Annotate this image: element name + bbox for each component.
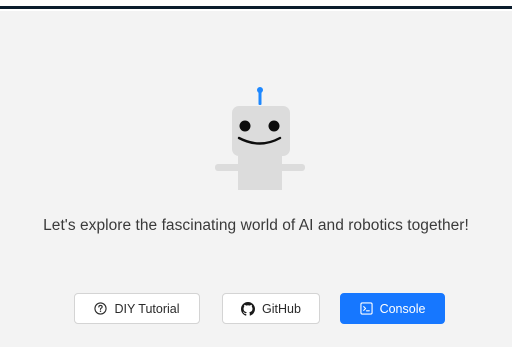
robot-illustration bbox=[215, 87, 305, 190]
terminal-icon bbox=[359, 302, 373, 315]
robot-left-arm bbox=[215, 164, 241, 171]
top-divider bbox=[0, 6, 512, 9]
top-bar bbox=[0, 0, 512, 11]
robot-antenna bbox=[258, 91, 262, 105]
console-label: Console bbox=[379, 301, 426, 316]
diy-tutorial-button[interactable]: DIY Tutorial bbox=[74, 293, 200, 324]
github-button[interactable]: GitHub bbox=[222, 293, 320, 324]
robot-body bbox=[238, 156, 282, 190]
robot-left-eye bbox=[239, 120, 251, 132]
action-buttons: DIY Tutorial GitHub Console bbox=[0, 293, 512, 326]
app-window: Let's explore the fascinating world of A… bbox=[0, 0, 512, 347]
robot-right-eye bbox=[268, 120, 280, 132]
github-label: GitHub bbox=[262, 301, 301, 316]
diy-tutorial-label: DIY Tutorial bbox=[114, 301, 180, 316]
console-button[interactable]: Console bbox=[340, 293, 445, 324]
robot-right-arm bbox=[279, 164, 305, 171]
github-icon bbox=[241, 301, 256, 316]
question-circle-icon bbox=[94, 302, 108, 315]
welcome-tagline: Let's explore the fascinating world of A… bbox=[43, 217, 469, 234]
robot-head bbox=[232, 106, 290, 156]
